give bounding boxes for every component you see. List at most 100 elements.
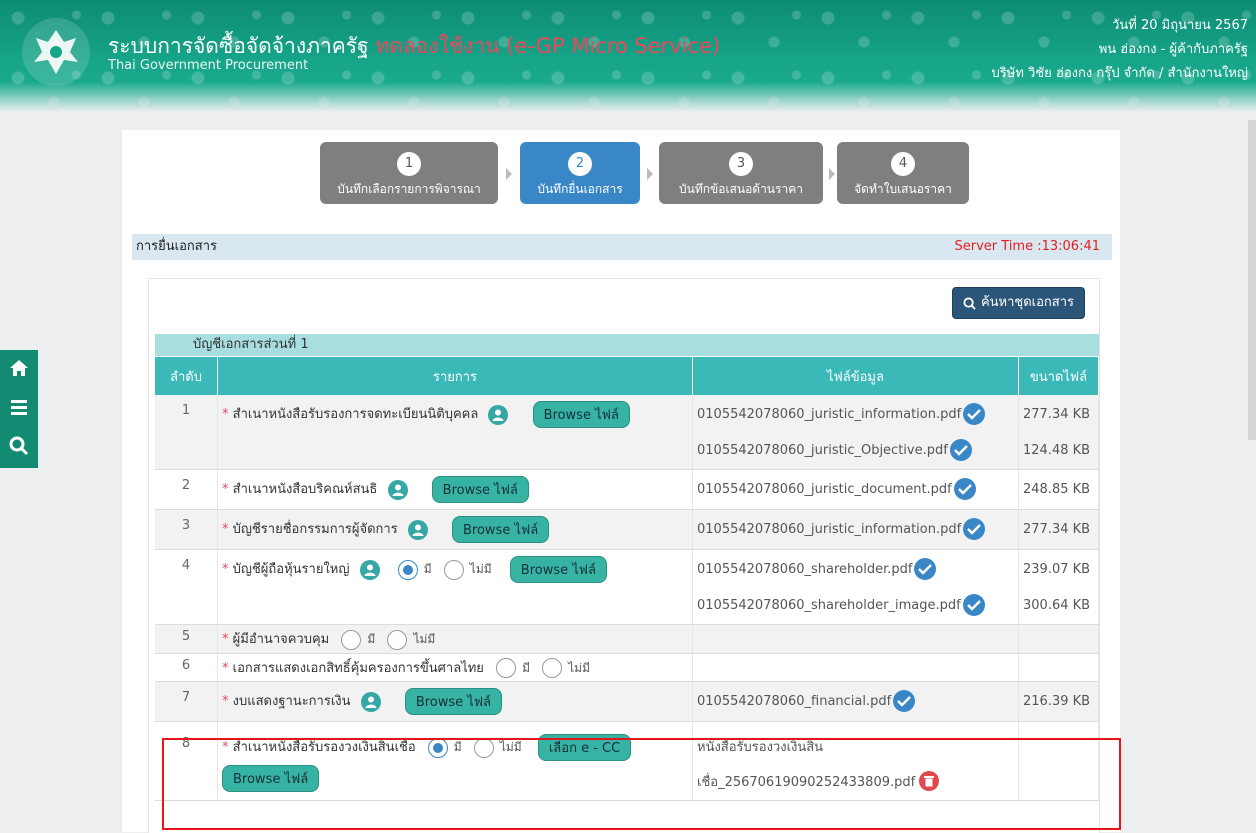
app-subtitle: Thai Government Procurement	[108, 58, 309, 73]
browse-file-button[interactable]: Browse ไฟล์	[452, 516, 550, 543]
file-size: 216.39 KB	[1023, 693, 1091, 709]
step-3[interactable]: 3 บันทึกข้อเสนอด้านราคา	[659, 142, 823, 204]
item-label: สำเนาหนังสือรับรองการจดทะเบียนนิติบุคคล	[232, 407, 479, 422]
item-label: บัญชีผู้ถือหุ้นรายใหญ่	[232, 562, 350, 577]
item-label: สำเนาหนังสือบริคณห์สนธิ	[232, 482, 378, 497]
file-link[interactable]: 0105542078060_juristic_information.pdf	[697, 522, 961, 537]
row-item: * บัญชีรายชื่อกรรมการผู้จัดการ Browse ไฟ…	[217, 509, 693, 550]
main-content: 1 บันทึกเลือกรายการพิจารณา 2 บันทึกยื่นเ…	[122, 130, 1120, 833]
row-item: * งบแสดงฐานะการเงิน Browse ไฟล์	[217, 681, 693, 722]
section-title: การยื่นเอกสาร	[136, 239, 217, 254]
garuda-logo-icon	[22, 18, 90, 86]
search-documents-button[interactable]: ค้นหาชุดเอกสาร	[951, 287, 1085, 319]
col-header-size: ขนาดไฟล์	[1018, 357, 1099, 395]
row-number: 6	[155, 653, 218, 682]
step-number: 1	[397, 152, 421, 176]
item-label: เอกสารแสดงเอกสิทธิ์คุ้มครองการขึ้นศาลไทย	[232, 660, 484, 676]
header-user-info: วันที่ 20 มิถุนายน 2567 พน ฮ่องกง - ผู้ค…	[992, 14, 1248, 86]
file-link[interactable]: 0105542078060_juristic_information.pdf	[697, 407, 961, 422]
table-row: 5 * ผู้มีอำนาจควบคุม มี ไม่มี	[155, 624, 1099, 654]
row-item: * ผู้มีอำนาจควบคุม มี ไม่มี	[217, 624, 693, 654]
step-arrow-icon	[647, 168, 653, 180]
user-upload-icon[interactable]	[387, 479, 408, 500]
col-header-item: รายการ	[217, 357, 693, 395]
browse-file-button[interactable]: Browse ไฟล์	[404, 688, 502, 715]
file-link[interactable]: 0105542078060_shareholder_image.pdf	[697, 598, 961, 613]
step-4[interactable]: 4 จัดทำใบเสนอราคา	[837, 142, 969, 204]
row-number: 1	[155, 395, 218, 470]
step-arrow-icon	[829, 168, 835, 180]
table-row: 3 * บัญชีรายชื่อกรรมการผู้จัดการ Browse …	[155, 509, 1099, 550]
radio-yes[interactable]	[496, 658, 517, 678]
step-label: บันทึกยื่นเอกสาร	[537, 182, 623, 196]
radio-no[interactable]	[443, 559, 464, 580]
radio-no-label: ไม่มี	[568, 660, 590, 675]
user-upload-icon[interactable]	[359, 559, 380, 580]
row-number: 2	[155, 469, 218, 510]
table-row: 7 * งบแสดงฐานะการเงิน Browse ไฟล์ 010554…	[155, 681, 1099, 722]
row-files: 0105542078060_shareholder.pdf 0105542078…	[692, 549, 1019, 625]
item-label: บัญชีรายชื่อกรรมการผู้จัดการ	[232, 522, 398, 537]
highlight-box	[162, 738, 1121, 830]
row-item: * สำเนาหนังสือรับรองการจดทะเบียนนิติบุคค…	[217, 395, 693, 470]
header-company: บริษัท วิชัย ฮ่องกง กรุ๊ป จำกัด / สำนักง…	[991, 66, 1248, 81]
radio-yes-label: มี	[522, 660, 530, 675]
browse-file-button[interactable]: Browse ไฟล์	[532, 401, 630, 428]
step-number: 4	[891, 152, 915, 176]
row-item: * เอกสารแสดงเอกสิทธิ์คุ้มครองการขึ้นศาลไ…	[217, 653, 693, 682]
radio-no[interactable]	[542, 658, 563, 678]
step-arrow-icon	[506, 168, 512, 180]
step-label: บันทึกข้อเสนอด้านราคา	[679, 182, 803, 196]
file-link[interactable]: 0105542078060_financial.pdf	[697, 694, 891, 709]
page-scrollbar[interactable]	[1248, 120, 1256, 440]
file-size: 248.85 KB	[1023, 481, 1091, 497]
radio-yes[interactable]	[341, 629, 362, 650]
file-link[interactable]: 0105542078060_shareholder.pdf	[697, 562, 912, 577]
item-label: ผู้มีอำนาจควบคุม	[232, 632, 330, 647]
row-number: 3	[155, 509, 218, 550]
row-number: 5	[155, 624, 218, 654]
radio-yes[interactable]	[397, 559, 418, 580]
check-icon	[893, 690, 916, 712]
step-label: บันทึกเลือกรายการพิจารณา	[337, 182, 481, 196]
row-sizes: 277.34 KB 124.48 KB	[1018, 395, 1099, 470]
home-icon[interactable]	[9, 358, 29, 382]
header-date: วันที่ 20 มิถุนายน 2567	[1112, 18, 1248, 33]
file-size: 124.48 KB	[1023, 442, 1091, 458]
col-header-file: ไฟล์ข้อมูล	[692, 357, 1019, 395]
row-item: * สำเนาหนังสือบริคณห์สนธิ Browse ไฟล์	[217, 469, 693, 510]
search-icon	[963, 296, 976, 310]
user-upload-icon[interactable]	[407, 519, 428, 540]
row-sizes: 239.07 KB 300.64 KB	[1018, 549, 1099, 625]
row-item: * บัญชีผู้ถือหุ้นรายใหญ่ มี ไม่มี Browse…	[217, 549, 693, 625]
radio-no-label: ไม่มี	[413, 632, 436, 646]
check-icon	[914, 558, 937, 580]
file-size: 277.34 KB	[1023, 521, 1091, 537]
radio-no[interactable]	[387, 629, 408, 650]
col-header-no: ลำดับ	[155, 357, 218, 395]
row-sizes: 248.85 KB	[1018, 469, 1099, 510]
browse-file-button[interactable]: Browse ไฟล์	[431, 476, 529, 503]
user-upload-icon[interactable]	[360, 691, 381, 712]
file-size: 239.07 KB	[1023, 561, 1091, 577]
user-upload-icon[interactable]	[488, 404, 509, 425]
check-icon	[949, 439, 972, 461]
step-1[interactable]: 1 บันทึกเลือกรายการพิจารณา	[320, 142, 498, 204]
step-number: 3	[729, 152, 753, 176]
browse-file-button[interactable]: Browse ไฟล์	[509, 556, 607, 583]
row-files: 0105542078060_juristic_document.pdf	[692, 469, 1019, 510]
table-row: 6 * เอกสารแสดงเอกสิทธิ์คุ้มครองการขึ้นศา…	[155, 653, 1099, 682]
search-icon[interactable]	[9, 436, 29, 460]
documents-table: ลำดับ รายการ ไฟล์ข้อมูล ขนาดไฟล์ 1 * สำเ…	[155, 357, 1099, 801]
radio-yes-label: มี	[367, 632, 376, 646]
doc-list-title: บัญชีเอกสารส่วนที่ 1	[155, 334, 1099, 356]
row-sizes: 277.34 KB	[1018, 509, 1099, 550]
row-sizes: 216.39 KB	[1018, 681, 1099, 722]
file-link[interactable]: 0105542078060_juristic_Objective.pdf	[697, 443, 948, 458]
step-2[interactable]: 2 บันทึกยื่นเอกสาร	[520, 142, 640, 204]
radio-yes-label: มี	[423, 562, 432, 576]
file-link[interactable]: 0105542078060_juristic_document.pdf	[697, 482, 952, 497]
table-row: 4 * บัญชีผู้ถือหุ้นรายใหญ่ มี ไม่มี Brow…	[155, 549, 1099, 625]
header-user: พน ฮ่องกง - ผู้ค้ากับภาครัฐ	[1098, 42, 1248, 57]
menu-icon[interactable]	[9, 397, 29, 421]
